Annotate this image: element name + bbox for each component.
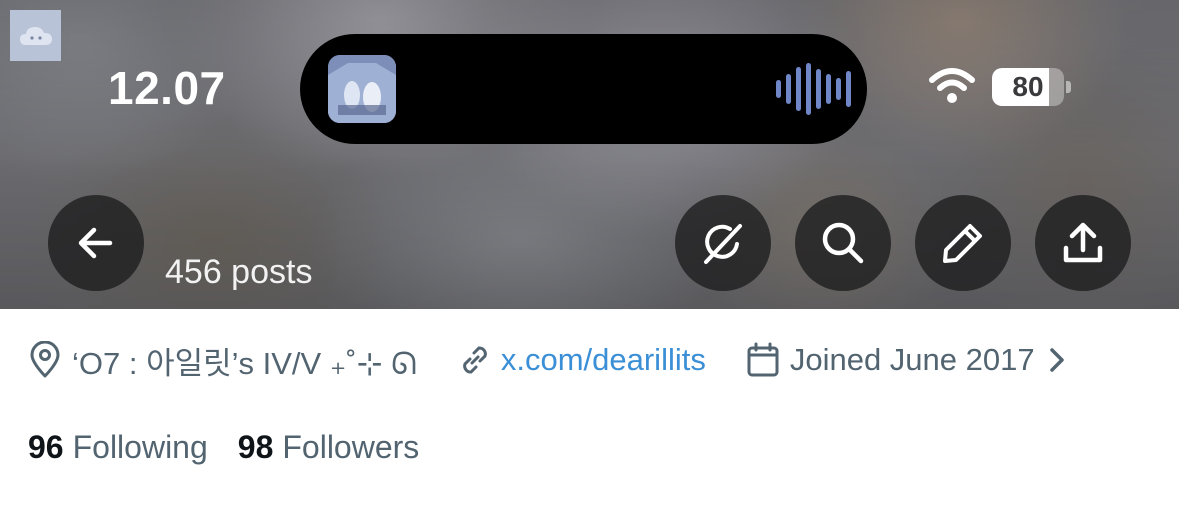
location-text: ‘O7 : 아일릿’s IV/V ₊˚⊹ ᘏ — [72, 345, 417, 381]
profile-banner: 12.07 80 456 posts — [0, 0, 1179, 309]
followers-label: Followers — [282, 428, 420, 465]
following-count: 96 — [28, 428, 64, 465]
battery-icon: 80 — [992, 68, 1072, 108]
follow-stats: 96 Following 98 Followers — [28, 422, 419, 472]
profile-joined[interactable]: Joined June 2017 — [746, 342, 1065, 378]
status-time: 12.07 — [108, 62, 226, 114]
followers-link[interactable]: 98 Followers — [238, 429, 420, 466]
dynamic-island[interactable] — [300, 34, 867, 144]
battery-level: 80 — [992, 68, 1064, 106]
arrow-left-icon — [78, 227, 113, 259]
profile-meta: ‘O7 : 아일릿’s IV/V ₊˚⊹ ᘏ x.com/dearillits … — [28, 334, 1065, 386]
back-button[interactable] — [48, 195, 144, 291]
search-icon — [822, 222, 864, 264]
following-label: Following — [72, 428, 208, 465]
grok-button[interactable] — [675, 195, 771, 291]
profile-screen: 12.07 80 456 posts ‘O7: 아일릿’s IV/V ₊˚⊹ … — [0, 0, 1179, 515]
website-link[interactable]: x.com/dearillits — [501, 342, 706, 378]
search-button[interactable] — [795, 195, 891, 291]
share-button[interactable] — [1035, 195, 1131, 291]
following-link[interactable]: 96 Following — [28, 429, 208, 466]
album-thumbnail[interactable] — [328, 55, 396, 123]
wifi-icon — [929, 68, 975, 103]
calendar-icon — [747, 342, 779, 377]
grok-icon — [704, 224, 742, 264]
edit-button[interactable] — [915, 195, 1011, 291]
share-icon — [1063, 222, 1103, 263]
audio-waveform-icon — [776, 63, 851, 115]
followers-count: 98 — [237, 428, 274, 465]
posts-count: 456 posts — [165, 253, 313, 291]
pencil-icon — [943, 224, 982, 263]
profile-website[interactable]: x.com/dearillits — [457, 342, 706, 378]
cloud-icon — [10, 10, 61, 61]
link-icon — [463, 346, 487, 374]
joined-date: Joined June 2017 — [789, 342, 1035, 377]
profile-location: ‘O7 : 아일릿’s IV/V ₊˚⊹ ᘏ — [28, 338, 417, 383]
location-pin-icon — [30, 341, 60, 378]
chevron-right-icon — [1049, 348, 1064, 372]
